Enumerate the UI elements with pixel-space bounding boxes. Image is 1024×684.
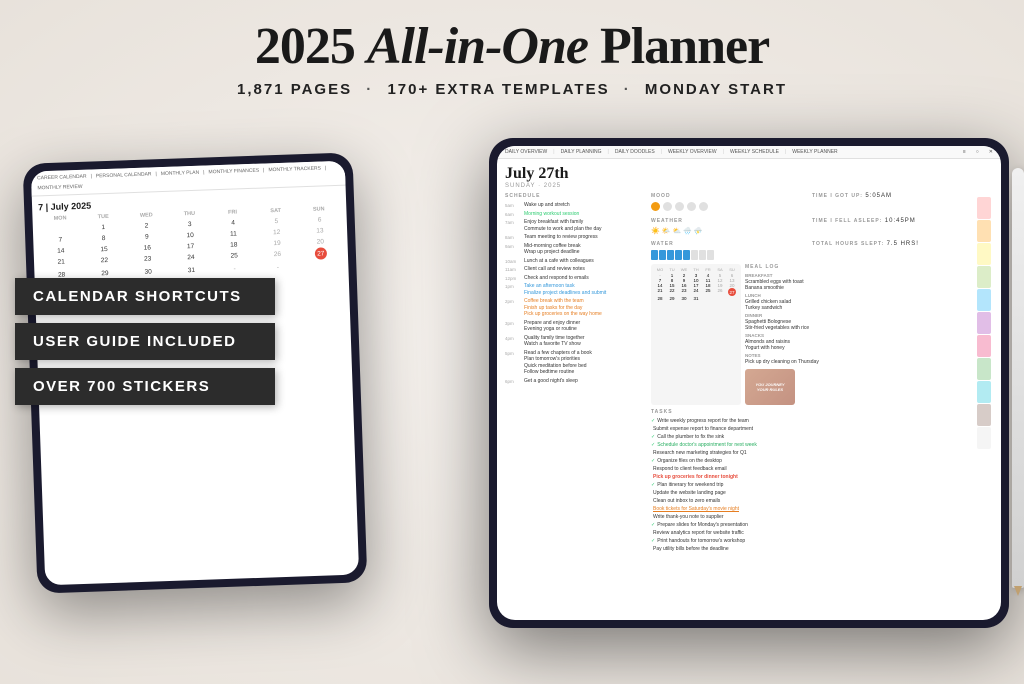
tab-6[interactable] — [977, 312, 991, 334]
badge-user-guide: USER GUIDE INCLUDED — [15, 323, 275, 360]
badge-stickers: OVER 700 STICKERS — [15, 368, 275, 405]
tab-7[interactable] — [977, 335, 991, 357]
page-container: 2025 All-in-One Planner 1,871 PAGES · 17… — [0, 0, 1024, 684]
tab-1[interactable] — [977, 197, 991, 219]
planner-date: July 27th — [505, 165, 993, 183]
planner-schedule: SCHEDULE 5amWake up and stretch 6amMorni… — [505, 193, 645, 605]
title-area: 2025 All-in-One Planner 1,871 PAGES · 17… — [0, 0, 1024, 98]
apple-pencil — [1012, 168, 1024, 588]
tab-8[interactable] — [977, 358, 991, 380]
planner-sections: SCHEDULE 5amWake up and stretch 6amMorni… — [505, 193, 993, 605]
planner-tabs — [975, 193, 993, 605]
tasks-section: TASKS ✓ Write weekly progress report for… — [651, 409, 969, 605]
main-title: 2025 All-in-One Planner — [0, 18, 1024, 75]
planner-body: July 27th SUNDAY · 2025 SCHEDULE 5amWake… — [497, 159, 1001, 613]
tab-10[interactable] — [977, 404, 991, 426]
planner-nav: DAILY OVERVIEW| DAILY PLANNING| DAILY DO… — [497, 146, 1001, 159]
right-tablet: DAILY OVERVIEW| DAILY PLANNING| DAILY DO… — [489, 138, 1009, 628]
tab-11[interactable] — [977, 427, 991, 449]
tablets-area: CAREER CALENDAR| PERSONAL CALENDAR| MONT… — [0, 148, 1024, 684]
tab-5[interactable] — [977, 289, 991, 311]
feature-badges: CALENDAR SHORTCUTS USER GUIDE INCLUDED O… — [15, 278, 275, 405]
calendar-days: - 1 2 3 4 5 6 7 8 9 10 11 12 13 — [39, 214, 343, 281]
tab-2[interactable] — [977, 220, 991, 242]
planner-date-sub: SUNDAY · 2025 — [505, 183, 993, 189]
planner-main: July 27th SUNDAY · 2025 SCHEDULE 5amWake… — [497, 159, 1001, 613]
title-plain-start: 2025 — [255, 18, 367, 75]
planner-right-content: MOOD — [651, 193, 969, 605]
title-italic: All-in-One — [367, 18, 588, 75]
badge-calendar-shortcuts: CALENDAR SHORTCUTS — [15, 278, 275, 315]
right-tablet-screen: DAILY OVERVIEW| DAILY PLANNING| DAILY DO… — [497, 146, 1001, 620]
title-plain-end: Planner — [588, 18, 769, 75]
tab-3[interactable] — [977, 243, 991, 265]
tab-4[interactable] — [977, 266, 991, 288]
schedule-label: SCHEDULE — [505, 193, 645, 199]
subtitle: 1,871 PAGES · 170+ EXTRA TEMPLATES · MON… — [0, 81, 1024, 98]
tab-9[interactable] — [977, 381, 991, 403]
